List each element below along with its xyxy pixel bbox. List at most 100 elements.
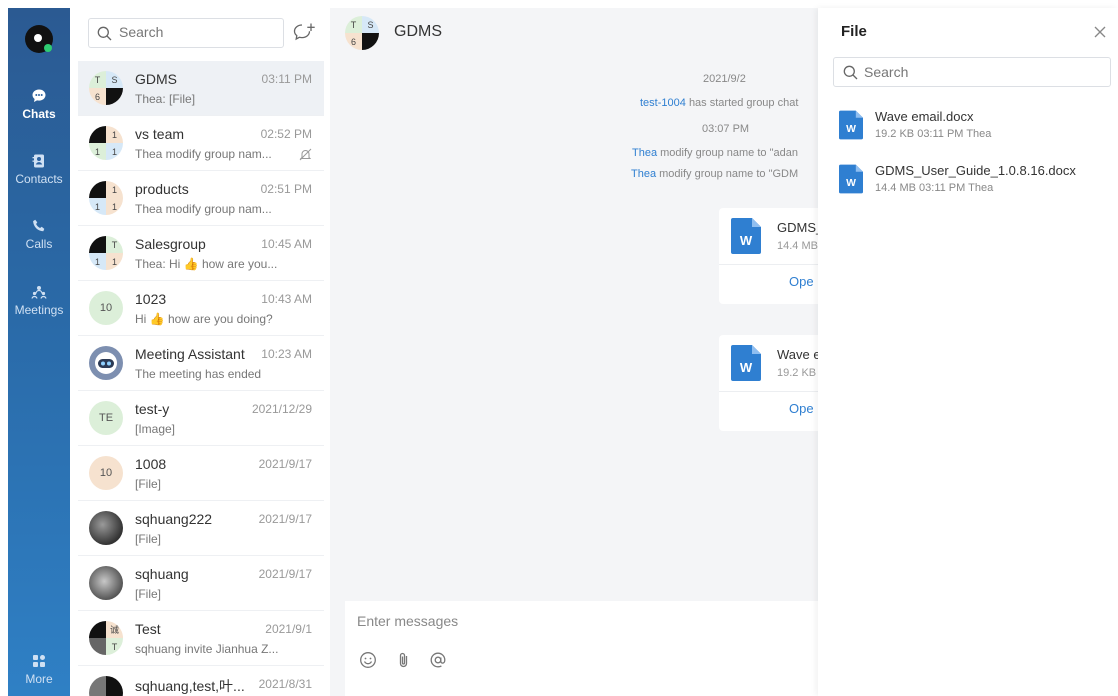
conversation-name: GDMS xyxy=(135,71,177,87)
conversation-name: 1023 xyxy=(135,291,167,307)
file-list-item[interactable]: W GDMS_User_Guide_1.0.8.16.docx 14.4 MB … xyxy=(833,158,1111,206)
user-link[interactable]: Thea xyxy=(631,168,656,180)
nav-meetings[interactable]: Meetings xyxy=(8,284,70,317)
contact-avatar: 10 xyxy=(89,456,123,490)
contact-avatar: TE xyxy=(89,401,123,435)
open-file-link[interactable]: Ope xyxy=(789,274,814,289)
time-separator: 03:07 PM xyxy=(702,123,750,135)
conversation-item-1008[interactable]: 10 1008 2021/9/17 [File] xyxy=(78,446,324,501)
user-link[interactable]: test-1004 xyxy=(640,97,686,109)
chat-bubble-icon xyxy=(32,89,46,102)
panel-title: File xyxy=(841,23,867,40)
system-message: Thea modify group name to "adan xyxy=(632,147,798,159)
conversation-preview: The meeting has ended xyxy=(135,367,262,381)
conversation-item-test[interactable]: 诚 T Test 2021/9/1 sqhuang invite Jianhua… xyxy=(78,611,324,666)
conversation-name: sqhuang xyxy=(135,566,189,582)
system-message: test-1004 has started group chat xyxy=(640,97,799,109)
nav-calls[interactable]: Calls xyxy=(8,218,70,251)
emoji-icon[interactable] xyxy=(359,651,377,669)
date-separator: 2021/9/2 xyxy=(703,73,746,85)
close-icon[interactable] xyxy=(1092,24,1108,40)
conversation-item-products[interactable]: 1 1 1 products 02:51 PM Thea modify grou… xyxy=(78,171,324,226)
conversation-item-sqhuang222[interactable]: sqhuang222 2021/9/17 [File] xyxy=(78,501,324,556)
conversation-time: 10:23 AM xyxy=(261,347,312,361)
conversation-preview: Thea: Hi 👍 how are you... xyxy=(135,257,278,271)
file-name: Wave email.docx xyxy=(875,109,974,124)
nav-contacts[interactable]: Contacts xyxy=(8,153,70,186)
file-list-item[interactable]: W Wave email.docx 19.2 KB 03:11 PM Thea xyxy=(833,104,1111,152)
conversation-time: 10:43 AM xyxy=(261,292,312,306)
user-link[interactable]: Thea xyxy=(632,147,657,159)
conversation-name: vs team xyxy=(135,126,185,142)
mention-icon[interactable] xyxy=(429,651,447,669)
conversation-time: 2021/8/31 xyxy=(258,677,312,691)
conversation-preview: [File] xyxy=(135,477,162,491)
word-doc-icon: W xyxy=(731,345,761,381)
open-file-link[interactable]: Ope xyxy=(789,401,814,416)
conversation-name: test-y xyxy=(135,401,170,417)
nav-meetings-label: Meetings xyxy=(14,303,64,317)
conversation-time: 2021/9/17 xyxy=(258,457,312,471)
conversation-item-vs-team[interactable]: 1 1 1 vs team 02:52 PM Thea modify group… xyxy=(78,116,324,171)
message-input[interactable] xyxy=(357,613,757,629)
word-doc-icon: W xyxy=(839,164,863,194)
conversation-name: Test xyxy=(135,621,161,637)
group-avatar: 1 1 1 xyxy=(89,181,123,215)
conversation-preview: Thea modify group nam... xyxy=(135,202,272,216)
conversation-time: 2021/12/29 xyxy=(251,402,312,416)
chat-title: GDMS xyxy=(394,23,442,40)
file-message-card[interactable]: W GDMS_ 14.4 MB Ope xyxy=(719,208,829,304)
conversation-preview: [File] xyxy=(135,587,162,601)
conversation-item-sqhuang-test[interactable]: sqhuang,test,叶... 2021/8/31 xyxy=(78,666,324,696)
search-input[interactable] xyxy=(119,24,269,40)
svg-text:W: W xyxy=(740,360,753,375)
robot-avatar-icon xyxy=(89,346,123,380)
nav-more-label: More xyxy=(25,672,53,686)
nav-chats[interactable]: Chats xyxy=(8,88,70,121)
conversation-time: 02:52 PM xyxy=(260,127,312,141)
attachment-icon[interactable] xyxy=(395,651,413,669)
conversation-preview: [File] xyxy=(135,532,162,546)
nav-calls-label: Calls xyxy=(25,237,53,251)
conversation-time: 2021/9/1 xyxy=(265,622,312,636)
chat-panel: T S 6 GDMS 2021/9/2 test-1004 has starte… xyxy=(330,8,829,696)
conversation-item-gdms[interactable]: T S 6 GDMS 03:11 PM Thea: [File] xyxy=(78,61,324,116)
nav-contacts-label: Contacts xyxy=(15,172,63,186)
file-meta: 19.2 KB 03:11 PM Thea xyxy=(875,128,992,140)
conversation-time: 03:11 PM xyxy=(261,72,312,86)
nav-more[interactable]: More xyxy=(8,653,70,686)
conversation-item-1023[interactable]: 10 1023 10:43 AM Hi 👍 how are you doing? xyxy=(78,281,324,336)
conversation-preview: Thea modify group nam... xyxy=(135,147,272,161)
file-search-input[interactable] xyxy=(864,64,1094,80)
word-doc-icon: W xyxy=(731,218,761,254)
group-avatar: T S 6 xyxy=(89,71,123,105)
photo-avatar xyxy=(89,511,123,545)
group-avatar: T S 6 xyxy=(345,16,379,50)
conversation-preview: [Image] xyxy=(135,422,176,436)
group-avatar: 1 1 1 xyxy=(89,126,123,160)
file-search[interactable] xyxy=(833,57,1111,87)
conversation-time: 2021/9/17 xyxy=(258,512,312,526)
file-message-card[interactable]: W Wave e 19.2 KB Ope xyxy=(719,335,829,431)
file-name: GDMS_ xyxy=(777,220,824,235)
conversation-item-test-y[interactable]: TE test-y 2021/12/29 [Image] xyxy=(78,391,324,446)
conversation-name: Meeting Assistant xyxy=(135,346,245,362)
contact-avatar: 10 xyxy=(89,291,123,325)
file-meta: 14.4 MB 03:11 PM Thea xyxy=(875,182,994,194)
conversation-item-meeting-assistant[interactable]: Meeting Assistant 10:23 AM The meeting h… xyxy=(78,336,324,391)
search-icon xyxy=(97,26,112,41)
message-composer xyxy=(345,601,818,696)
file-size: 14.4 MB xyxy=(777,240,818,252)
conversation-search[interactable] xyxy=(88,18,284,48)
svg-text:W: W xyxy=(846,178,856,189)
user-avatar[interactable] xyxy=(25,25,53,53)
group-avatar xyxy=(89,676,123,696)
new-chat-icon[interactable] xyxy=(292,22,316,44)
file-name: Wave e xyxy=(777,347,821,362)
conversation-name: products xyxy=(135,181,189,197)
file-name: GDMS_User_Guide_1.0.8.16.docx xyxy=(875,163,1076,178)
grid-icon xyxy=(33,655,45,667)
mute-bell-icon xyxy=(299,148,312,161)
conversation-item-salesgroup[interactable]: T 1 1 Salesgroup 10:45 AM Thea: Hi 👍 how… xyxy=(78,226,324,281)
conversation-item-sqhuang[interactable]: sqhuang 2021/9/17 [File] xyxy=(78,556,324,611)
